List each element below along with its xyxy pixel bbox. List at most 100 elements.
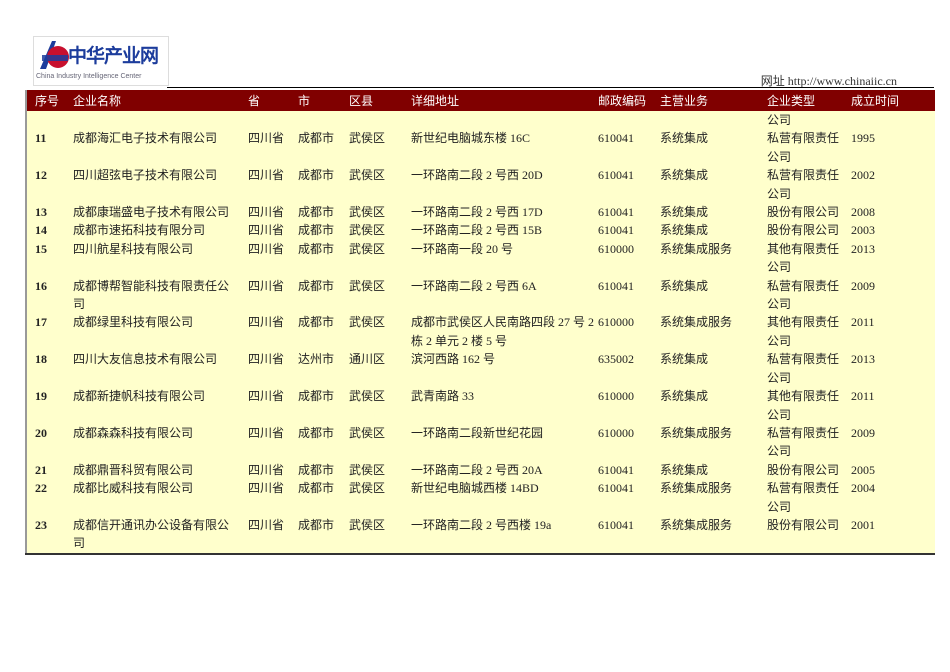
province: 四川省	[248, 276, 298, 314]
company-type: 私营有限责任公司	[767, 129, 851, 167]
province: 四川省	[248, 479, 298, 516]
founded-year: 2011	[851, 313, 935, 351]
logo-mark-icon	[40, 41, 69, 69]
district: 武侯区	[349, 239, 411, 277]
table-row: 23 成都信开通讯办公设备有限公司 四川省 成都市 武侯区 一环路南二段 2 号西楼 19…	[26, 515, 935, 554]
row-number: 23	[26, 515, 73, 554]
empty-cell	[73, 111, 248, 130]
founded-year: 1995	[851, 129, 935, 167]
founded-year: 2009	[851, 276, 935, 314]
postal-code: 610041	[598, 479, 660, 516]
address: 一环路南二段 2 号西 17D	[411, 203, 598, 222]
header-postal-code: 邮政编码	[598, 90, 660, 111]
founded-year: 2013	[851, 239, 935, 277]
row-number: 18	[26, 350, 73, 388]
header-district: 区县	[349, 90, 411, 111]
row-number: 21	[26, 460, 73, 480]
logo-name: 中华产业网	[68, 45, 159, 67]
district: 武侯区	[349, 423, 411, 461]
main-business: 系统集成	[660, 129, 767, 167]
postal-code: 610041	[598, 460, 660, 480]
address: 新世纪电脑城西楼 14BD	[411, 479, 598, 516]
company-name: 成都绿里科技有限公司	[73, 313, 248, 351]
district: 武侯区	[349, 276, 411, 314]
company-name: 成都信开通讯办公设备有限公司	[73, 515, 248, 554]
table-row: 12 四川超弦电子技术有限公司 四川省 成都市 武侯区 一环路南二段 2 号西 20D 61…	[26, 166, 935, 204]
city: 成都市	[298, 515, 349, 554]
province: 四川省	[248, 221, 298, 240]
postal-code: 610000	[598, 423, 660, 461]
table-header: 序号 企业名称省市区县 详细地址 邮政编码 主营业务 企业类型 成立时间	[26, 90, 935, 111]
header-divider	[167, 87, 934, 88]
company-table: 序号 企业名称省市区县 详细地址 邮政编码 主营业务 企业类型 成立时间 公司 11 成都海汇…	[25, 90, 935, 555]
company-name: 成都鼎晋科贸有限公司	[73, 460, 248, 480]
founded-year: 2011	[851, 387, 935, 424]
postal-code: 610000	[598, 387, 660, 424]
carryover-type: 公司	[767, 111, 851, 130]
postal-code: 635002	[598, 350, 660, 388]
province: 四川省	[248, 423, 298, 461]
address: 武青南路 33	[411, 387, 598, 424]
table-row: 18 四川大友信息技术有限公司 四川省 达州市 通川区 滨河西路 162 号 635002 系…	[26, 350, 935, 388]
company-name: 成都海汇电子技术有限公司	[73, 129, 248, 167]
carryover-row: 公司	[26, 111, 935, 130]
postal-code: 610041	[598, 129, 660, 167]
header-main-business: 主营业务	[660, 90, 767, 111]
main-business: 系统集成服务	[660, 313, 767, 351]
province: 四川省	[248, 129, 298, 167]
table-row: 16 成都博帮智能科技有限责任公司 四川省 成都市 武侯区 一环路南二段 2 号西 6A 6…	[26, 276, 935, 314]
founded-year: 2005	[851, 460, 935, 480]
address: 一环路南一段 20 号	[411, 239, 598, 277]
district: 武侯区	[349, 203, 411, 222]
header-founded-year: 成立时间	[851, 90, 935, 111]
company-name: 成都森森科技有限公司	[73, 423, 248, 461]
company-name: 成都市速拓科技有限分司	[73, 221, 248, 240]
district: 武侯区	[349, 313, 411, 351]
table-row: 22 成都比威科技有限公司 四川省 成都市 武侯区 新世纪电脑城西楼 14BD 610041…	[26, 479, 935, 516]
province: 四川省	[248, 166, 298, 204]
company-type: 私营有限责任公司	[767, 166, 851, 204]
postal-code: 610000	[598, 239, 660, 277]
city: 成都市	[298, 423, 349, 461]
table-row: 19 成都新捷帆科技有限公司 四川省 成都市 武侯区 武青南路 33 610000 系统集成其…	[26, 387, 935, 424]
postal-code: 610041	[598, 221, 660, 240]
city: 成都市	[298, 166, 349, 204]
district: 通川区	[349, 350, 411, 388]
address: 一环路南二段 2 号西 6A	[411, 276, 598, 314]
address: 滨河西路 162 号	[411, 350, 598, 388]
address: 一环路南二段 2 号西 15B	[411, 221, 598, 240]
postal-code: 610041	[598, 515, 660, 554]
company-type: 其他有限责任公司	[767, 239, 851, 277]
postal-code: 610000	[598, 313, 660, 351]
city: 成都市	[298, 203, 349, 222]
empty-cell	[851, 111, 935, 130]
province: 四川省	[248, 460, 298, 480]
empty-cell	[660, 111, 767, 130]
empty-cell	[598, 111, 660, 130]
city: 达州市	[298, 350, 349, 388]
address: 一环路南二段 2 号西楼 19a	[411, 515, 598, 554]
main-business: 系统集成服务	[660, 423, 767, 461]
header-company-type: 企业类型	[767, 90, 851, 111]
province: 四川省	[248, 515, 298, 554]
empty-cell	[298, 111, 349, 130]
postal-code: 610041	[598, 166, 660, 204]
city: 成都市	[298, 460, 349, 480]
district: 武侯区	[349, 129, 411, 167]
company-type: 其他有限责任公司	[767, 313, 851, 351]
founded-year: 2004	[851, 479, 935, 516]
postal-code: 610041	[598, 276, 660, 314]
logo: 中华产业网 China Industry Intelligence Center	[33, 36, 169, 86]
table-row: 14 成都市速拓科技有限分司 四川省 成都市 武侯区 一环路南二段 2 号西 15B 610…	[26, 221, 935, 240]
table-row: 17 成都绿里科技有限公司 四川省 成都市 武侯区 成都市武侯区人民南路四段 27 号 2…	[26, 313, 935, 351]
row-number: 15	[26, 239, 73, 277]
district: 武侯区	[349, 387, 411, 424]
district: 武侯区	[349, 479, 411, 516]
company-name: 成都康瑞盛电子技术有限公司	[73, 203, 248, 222]
main-business: 系统集成	[660, 350, 767, 388]
empty-cell	[248, 111, 298, 130]
main-business: 系统集成服务	[660, 239, 767, 277]
row-number: 20	[26, 423, 73, 461]
main-business: 系统集成	[660, 276, 767, 314]
main-business: 系统集成服务	[660, 515, 767, 554]
